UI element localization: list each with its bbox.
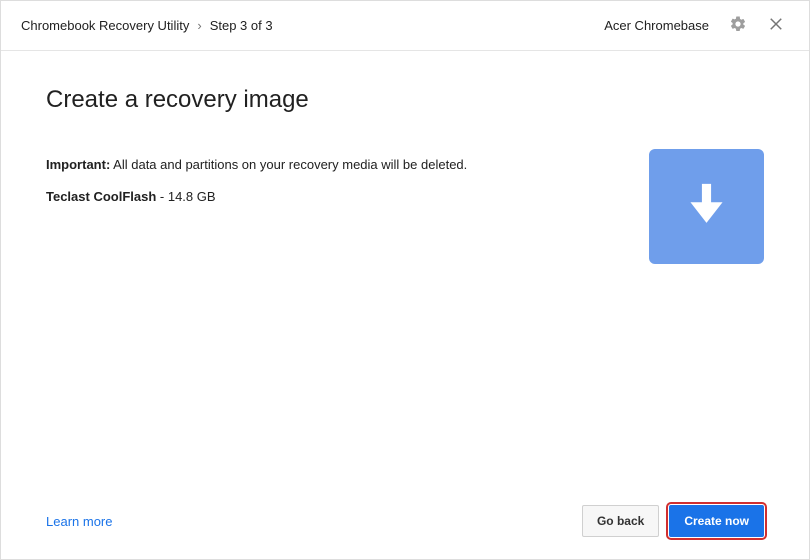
breadcrumb-separator: › [197,18,201,33]
app-title: Chromebook Recovery Utility [21,18,189,33]
media-size: - 14.8 GB [156,189,215,204]
footer: Learn more Go back Create now [1,491,809,551]
main-content: Create a recovery image Important: All d… [1,51,809,491]
settings-button[interactable] [725,11,751,40]
step-indicator: Step 3 of 3 [210,18,273,33]
learn-more-link[interactable]: Learn more [46,514,112,529]
close-button[interactable] [763,11,789,40]
media-name: Teclast CoolFlash [46,189,156,204]
header: Chromebook Recovery Utility › Step 3 of … [1,1,809,51]
app-window: Chromebook Recovery Utility › Step 3 of … [0,0,810,560]
download-tile [649,149,764,264]
device-label: Acer Chromebase [604,18,709,33]
gear-icon [729,15,747,36]
body-text: Important: All data and partitions on yo… [46,154,467,208]
download-arrow-icon [679,177,734,237]
close-icon [767,15,785,36]
important-label: Important: [46,157,110,172]
page-title: Create a recovery image [46,86,764,114]
create-now-button[interactable]: Create now [669,505,764,537]
go-back-button[interactable]: Go back [582,505,659,537]
important-message: All data and partitions on your recovery… [110,157,467,172]
